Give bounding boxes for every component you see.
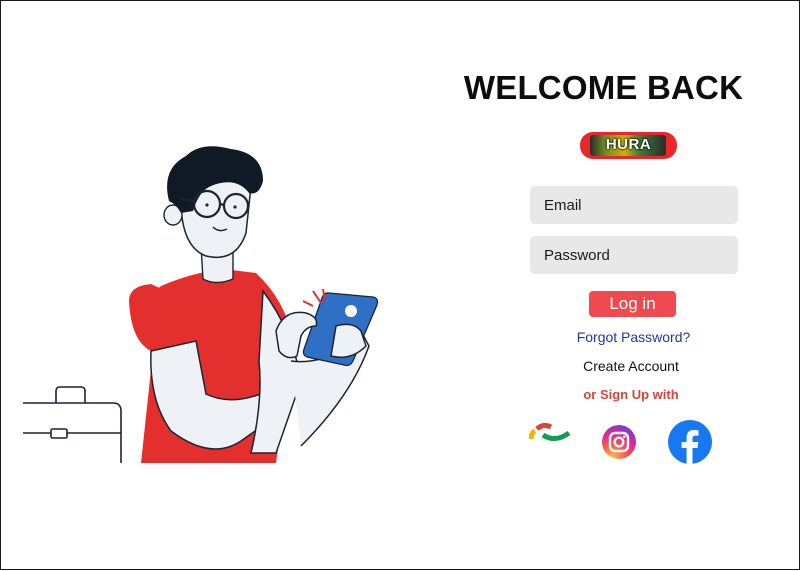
facebook-icon[interactable] [666,420,714,464]
google-icon[interactable] [529,421,571,453]
briefcase-icon [23,386,122,463]
brand-logo: HURA [580,132,677,159]
instagram-icon[interactable] [601,424,637,460]
forgot-password-link[interactable]: Forgot Password? [541,329,726,345]
signup-with-label: or Sign Up with [583,387,679,402]
logo-text: HURA [605,136,652,153]
email-field[interactable] [530,186,738,224]
create-account-link[interactable]: Create Account [541,358,721,374]
login-page: WELCOME BACK HURA Log in Forgot Password… [0,0,800,570]
login-button[interactable]: Log in [589,291,676,317]
page-title: WELCOME BACK [463,69,744,106]
password-field[interactable] [530,236,738,274]
